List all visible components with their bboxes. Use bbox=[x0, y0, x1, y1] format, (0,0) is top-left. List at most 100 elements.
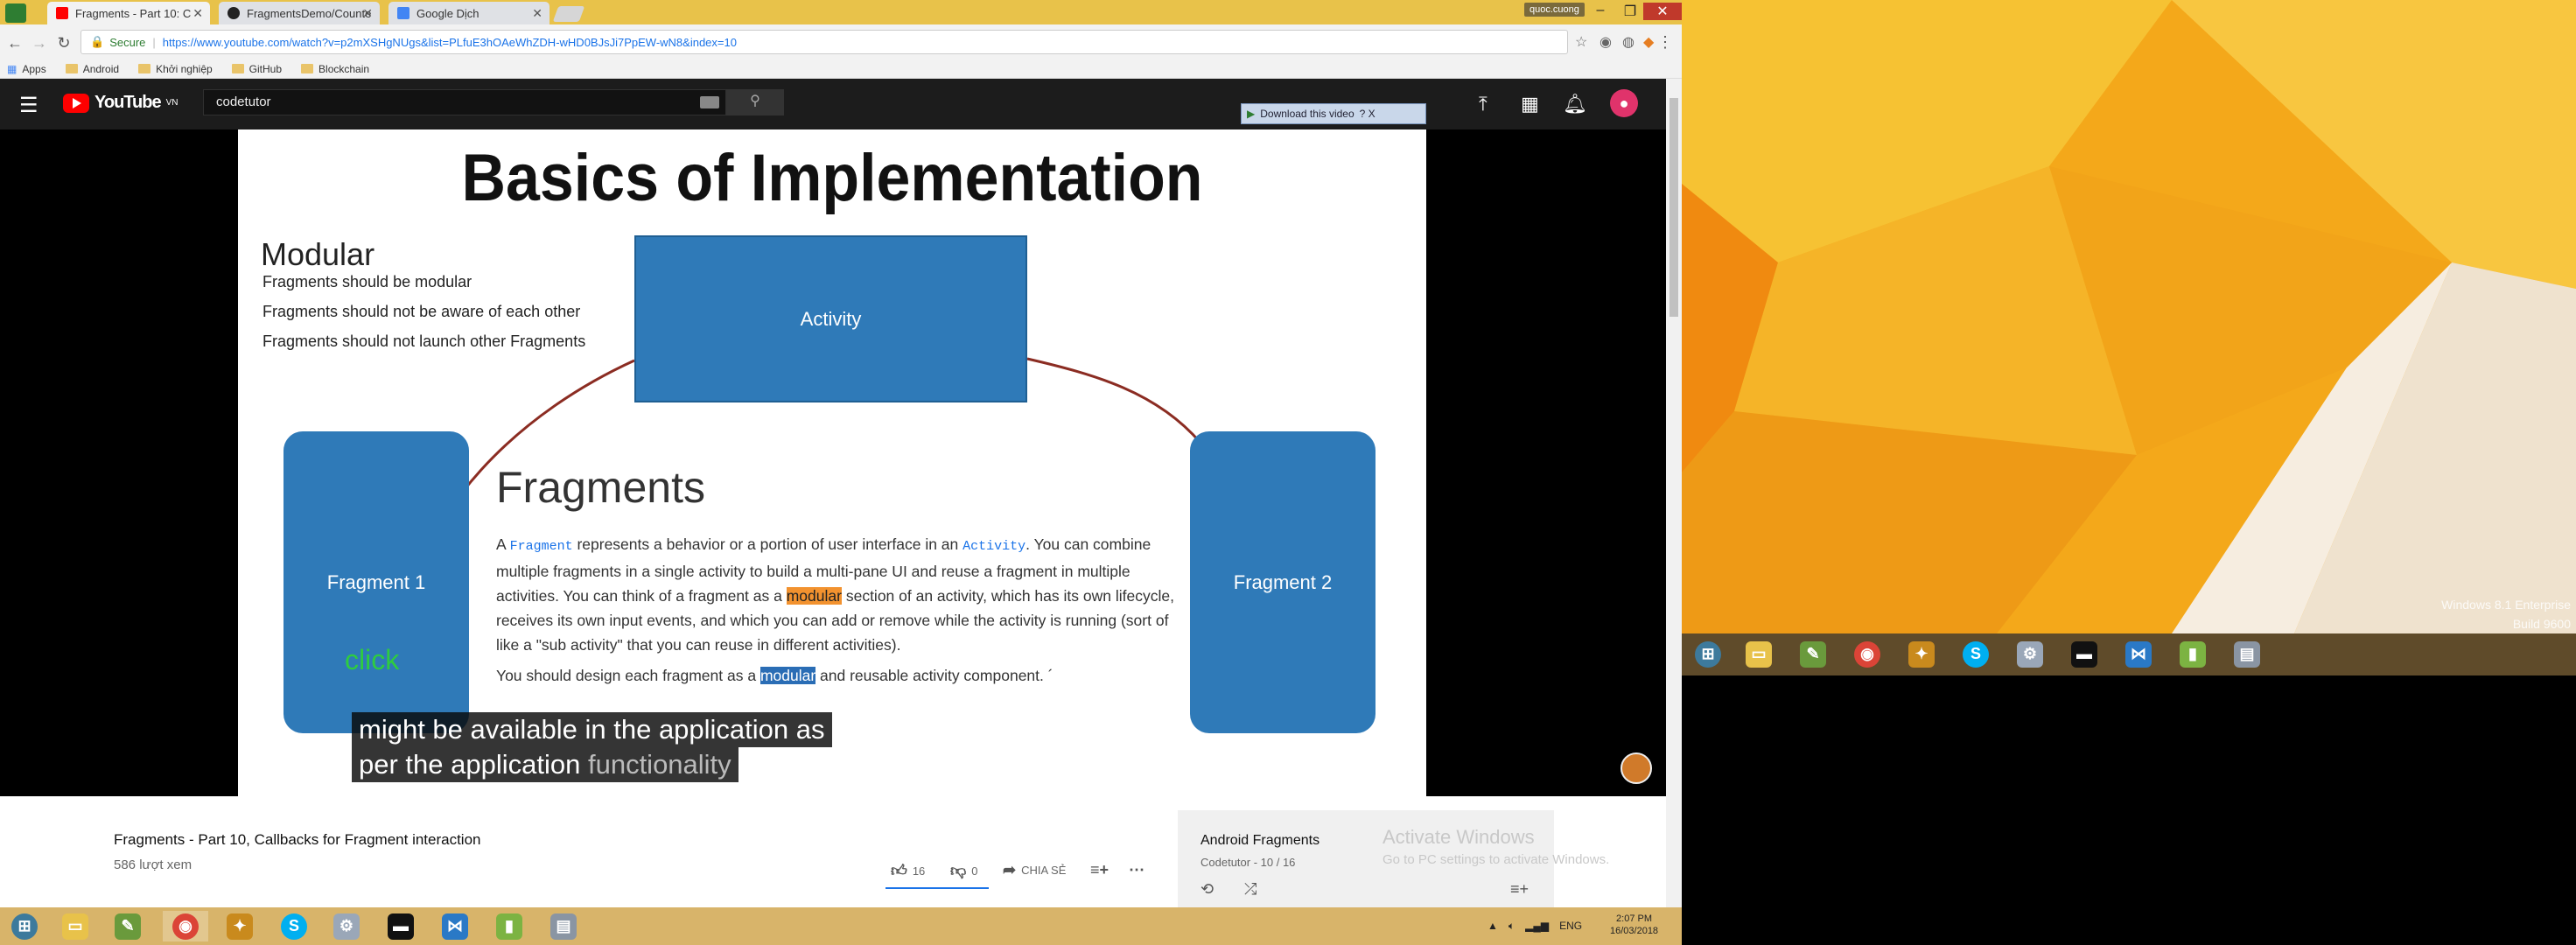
playlist-add-icon[interactable]: ≡+ bbox=[1510, 880, 1529, 899]
bookmark-apps[interactable]: ▦ Apps bbox=[7, 63, 46, 75]
browser-toolbar: ← → ↻ 🔒 Secure | https://www.youtube.com… bbox=[0, 24, 1682, 60]
language-indicator[interactable]: ENG bbox=[1559, 920, 1582, 933]
more-actions-button[interactable]: ⋯ bbox=[1129, 861, 1144, 879]
keyboard-icon[interactable] bbox=[700, 96, 719, 108]
vscode-icon: ⋈ bbox=[442, 913, 468, 940]
taskbar-chrome-right[interactable]: ◉ bbox=[1844, 639, 1890, 669]
close-window-icon[interactable]: ✕ bbox=[1643, 3, 1682, 20]
browser-menu-icon[interactable]: ⋮ bbox=[1657, 33, 1673, 52]
click-label: click bbox=[345, 644, 400, 676]
taskbar-paint[interactable]: ✦ bbox=[217, 911, 262, 942]
notifications-bell-icon[interactable]: 🔔︎ bbox=[1563, 93, 1587, 116]
youtube-logo[interactable]: YouTube VN bbox=[63, 93, 178, 113]
taskbar-cmd-right[interactable]: ▬ bbox=[2062, 639, 2107, 669]
extension-icon[interactable]: ◍ bbox=[1622, 33, 1634, 51]
taskbar-desktop-right[interactable]: ▤ bbox=[2224, 639, 2270, 669]
sentiment-bar bbox=[886, 887, 989, 889]
taskbar-android[interactable]: ▮ bbox=[486, 911, 532, 942]
search-button[interactable]: ⚲ bbox=[726, 89, 784, 116]
new-tab-button[interactable] bbox=[552, 6, 585, 22]
minimize-icon[interactable]: – bbox=[1586, 3, 1615, 20]
github-favicon-icon bbox=[228, 7, 240, 19]
search-input[interactable]: codetutor bbox=[203, 89, 726, 116]
extension-icon[interactable]: ◆ bbox=[1643, 33, 1654, 51]
video-title: Fragments - Part 10, Callbacks for Fragm… bbox=[114, 831, 481, 848]
tab-youtube-fragments[interactable]: Fragments - Part 10: C ✕ bbox=[47, 2, 210, 24]
apps-grid-icon[interactable]: ▦ bbox=[1521, 93, 1539, 116]
start-button-right[interactable]: ⊞ bbox=[1685, 639, 1731, 669]
taskbar-skype-right[interactable]: S bbox=[1953, 639, 1998, 669]
bookmark-github[interactable]: GitHub bbox=[231, 63, 282, 75]
close-tab-icon[interactable]: ✕ bbox=[532, 6, 542, 21]
scroll-thumb[interactable] bbox=[1670, 98, 1678, 317]
android-icon: ▮ bbox=[496, 913, 522, 940]
tab-label: FragmentsDemo/Counte bbox=[247, 6, 372, 20]
video-player[interactable]: Basics of Implementation Modular Fragmen… bbox=[0, 130, 1666, 796]
thumbs-down-icon: 👎︎ bbox=[950, 862, 967, 879]
close-tab-icon[interactable]: ✕ bbox=[362, 6, 373, 21]
star-icon[interactable]: ☆ bbox=[1575, 33, 1587, 51]
taskbar-tool[interactable]: ⚙ bbox=[324, 911, 369, 942]
sheets-app-icon[interactable] bbox=[5, 4, 26, 23]
bookmark-khoi-nghiep[interactable]: Khởi nghiệp bbox=[138, 63, 213, 75]
caption-line-2: per the application functionality bbox=[352, 747, 738, 782]
taskbar-notepad[interactable]: ✎ bbox=[105, 911, 150, 942]
taskbar-chrome[interactable]: ◉ bbox=[163, 911, 208, 942]
avatar[interactable]: ● bbox=[1610, 89, 1638, 117]
taskbar-explorer[interactable]: ▭ bbox=[52, 911, 98, 942]
fragments-heading: Fragments bbox=[496, 463, 705, 512]
playlist-subtitle: Codetutor - 10 / 16 bbox=[1200, 856, 1296, 869]
design-paragraph: You should design each fragment as a mod… bbox=[496, 667, 1054, 684]
profile-badge[interactable]: quoc.cuong bbox=[1524, 3, 1585, 17]
loop-icon[interactable]: ⟲ bbox=[1200, 880, 1214, 899]
start-button[interactable]: ⊞ bbox=[2, 911, 47, 942]
cmd-icon: ▬ bbox=[388, 913, 414, 940]
taskbar-cmd[interactable]: ▬ bbox=[378, 911, 424, 942]
separator: | bbox=[152, 35, 156, 49]
bookmark-android[interactable]: Android bbox=[65, 63, 119, 75]
add-to-playlist-button[interactable]: ≡+ bbox=[1090, 861, 1109, 879]
taskbar-tool-right[interactable]: ⚙ bbox=[2007, 639, 2053, 669]
extension-icon[interactable]: ◉ bbox=[1600, 33, 1612, 51]
taskbar-skype[interactable]: S bbox=[271, 911, 317, 942]
folder-icon bbox=[138, 64, 151, 74]
activate-windows-watermark: Activate Windows Go to PC settings to ac… bbox=[1382, 826, 1610, 867]
reload-icon[interactable]: ↻ bbox=[54, 33, 74, 52]
close-tab-icon[interactable]: ✕ bbox=[192, 6, 203, 21]
explorer-icon: ▭ bbox=[1746, 640, 1772, 668]
wallpaper-shapes bbox=[1682, 0, 2576, 634]
menu-icon[interactable]: ☰ bbox=[19, 93, 38, 118]
system-tray[interactable]: ▲ 🔈︎ ▂▄▆ ENG bbox=[1488, 920, 1582, 933]
like-button[interactable]: 👍︎ 16 bbox=[891, 861, 925, 880]
share-button[interactable]: ➦ CHIA SẺ bbox=[1003, 861, 1066, 879]
bookmarks-bar: ▦ Apps Android Khởi nghiệp GitHub Blockch… bbox=[0, 60, 1682, 79]
taskbar-desktop[interactable]: ▤ bbox=[541, 911, 586, 942]
taskbar-android-right[interactable]: ▮ bbox=[2170, 639, 2216, 669]
tab-google-translate[interactable]: Google Dịch ✕ bbox=[388, 2, 550, 24]
back-icon[interactable]: ← bbox=[5, 33, 24, 52]
shuffle-icon[interactable]: ⤮ bbox=[1244, 880, 1256, 899]
taskbar-vscode-right[interactable]: ⋈ bbox=[2116, 639, 2161, 669]
taskbar-explorer-right[interactable]: ▭ bbox=[1736, 639, 1782, 669]
dislike-button[interactable]: 👎︎ 0 bbox=[950, 861, 978, 880]
page-scrollbar[interactable] bbox=[1666, 79, 1682, 907]
desktop-wallpaper: Windows 8.1 Enterprise Build 9600 bbox=[1682, 0, 2576, 634]
taskbar-vscode[interactable]: ⋈ bbox=[432, 911, 478, 942]
chrome-icon: ◉ bbox=[172, 913, 199, 940]
address-bar[interactable]: 🔒 Secure | https://www.youtube.com/watch… bbox=[80, 30, 1568, 54]
forward-icon[interactable]: → bbox=[30, 33, 49, 52]
skype-icon: S bbox=[1963, 640, 1989, 668]
skype-icon: S bbox=[281, 913, 307, 940]
clock[interactable]: 2:07 PM 16/03/2018 bbox=[1610, 913, 1658, 937]
taskbar-notepad-right[interactable]: ✎ bbox=[1790, 639, 1836, 669]
bookmark-blockchain[interactable]: Blockchain bbox=[301, 63, 369, 75]
secure-label: Secure bbox=[109, 35, 146, 49]
android-icon: ▮ bbox=[2180, 640, 2206, 668]
upload-icon[interactable]: ⤒ bbox=[1479, 93, 1488, 116]
screen: Fragments - Part 10: C ✕ FragmentsDemo/C… bbox=[0, 0, 2576, 945]
tab-github[interactable]: FragmentsDemo/Counte ✕ bbox=[219, 2, 380, 24]
channel-watermark-icon[interactable] bbox=[1620, 752, 1652, 784]
restore-icon[interactable]: ❐ bbox=[1615, 3, 1645, 20]
taskbar-paint-right[interactable]: ✦ bbox=[1899, 639, 1944, 669]
download-video-button[interactable]: ▶ Download this video ? X bbox=[1241, 103, 1426, 124]
